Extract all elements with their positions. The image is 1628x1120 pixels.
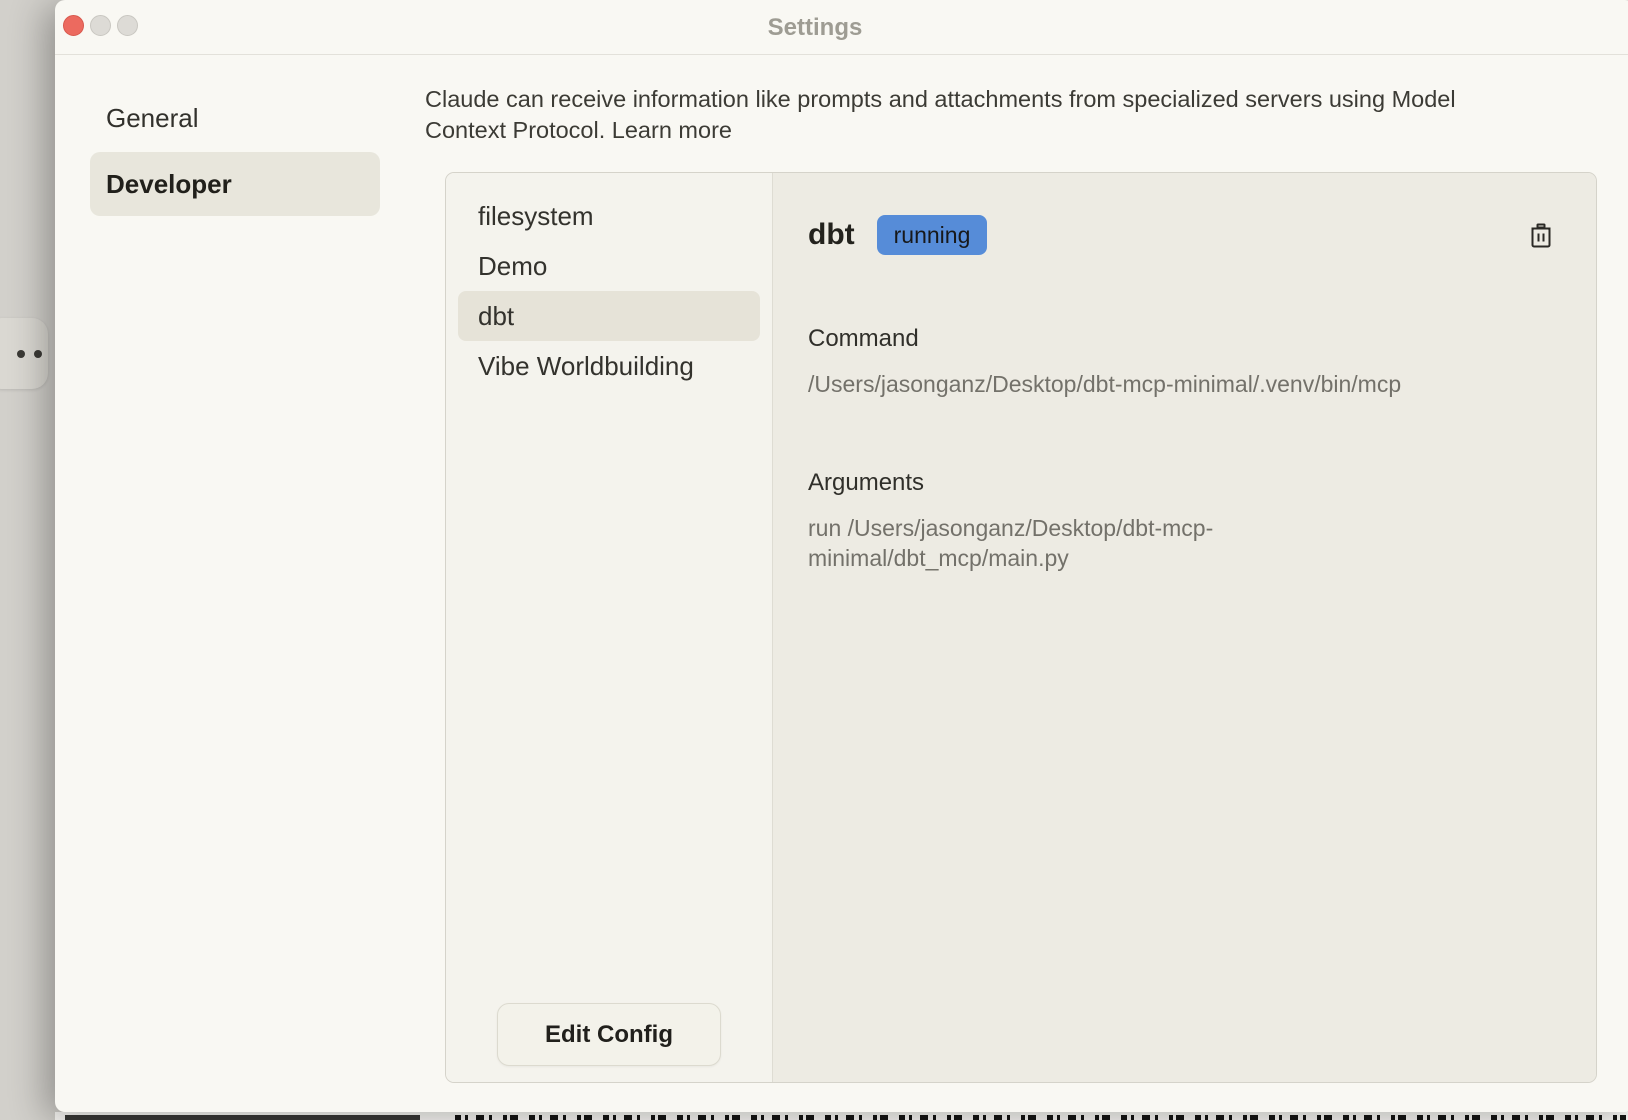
server-item-vibe-worldbuilding[interactable]: Vibe Worldbuilding bbox=[458, 341, 760, 391]
server-detail: dbt running Command /Users/jaso bbox=[773, 173, 1596, 1082]
window-title: Settings bbox=[768, 0, 863, 55]
traffic-lights bbox=[63, 15, 138, 36]
server-item-label: dbt bbox=[478, 301, 514, 332]
server-item-demo[interactable]: Demo bbox=[458, 241, 760, 291]
server-item-label: Demo bbox=[478, 251, 547, 282]
server-item-dbt[interactable]: dbt bbox=[458, 291, 760, 341]
arguments-value: run /Users/jasonganz/Desktop/dbt-mcp-min… bbox=[808, 513, 1328, 573]
sidebar-item-developer[interactable]: Developer bbox=[90, 152, 380, 216]
close-window-button[interactable] bbox=[63, 15, 84, 36]
background-window-sliver bbox=[55, 1112, 1628, 1120]
command-value: /Users/jasonganz/Desktop/dbt-mcp-minimal… bbox=[808, 369, 1556, 399]
sidebar-item-label: Developer bbox=[106, 169, 232, 200]
ellipsis-dot bbox=[34, 350, 42, 358]
titlebar: Settings bbox=[55, 0, 1628, 55]
edit-config-button[interactable]: Edit Config bbox=[497, 1003, 721, 1066]
settings-sidebar: General Developer bbox=[90, 88, 380, 216]
server-list: filesystem Demo dbt Vibe Worldbuilding E… bbox=[446, 173, 773, 1082]
sidebar-item-label: General bbox=[106, 103, 199, 134]
delete-server-button[interactable] bbox=[1526, 219, 1556, 251]
command-label: Command bbox=[808, 325, 1556, 353]
learn-more-link[interactable]: Learn more bbox=[612, 117, 732, 143]
description-text: Claude can receive information like prom… bbox=[425, 86, 1456, 143]
server-detail-header: dbt running bbox=[808, 215, 1556, 255]
server-item-filesystem[interactable]: filesystem bbox=[458, 191, 760, 241]
server-item-label: filesystem bbox=[478, 201, 594, 232]
background-divider bbox=[65, 1115, 420, 1120]
arguments-label: Arguments bbox=[808, 469, 1556, 497]
sidebar-item-general[interactable]: General bbox=[90, 88, 380, 148]
minimize-window-button[interactable] bbox=[90, 15, 111, 36]
background-clipped-text bbox=[455, 1115, 1626, 1120]
server-name: dbt bbox=[808, 218, 855, 252]
maximize-window-button[interactable] bbox=[117, 15, 138, 36]
ellipsis-dot bbox=[17, 350, 25, 358]
mcp-description: Claude can receive information like prom… bbox=[425, 84, 1510, 145]
server-item-label: Vibe Worldbuilding bbox=[478, 351, 694, 382]
edge-ellipsis-pill[interactable] bbox=[0, 318, 48, 389]
trash-icon bbox=[1528, 221, 1554, 249]
settings-window: Settings General Developer Claude can re… bbox=[55, 0, 1628, 1112]
mcp-servers-panel: filesystem Demo dbt Vibe Worldbuilding E… bbox=[445, 172, 1597, 1083]
status-badge: running bbox=[877, 215, 988, 255]
